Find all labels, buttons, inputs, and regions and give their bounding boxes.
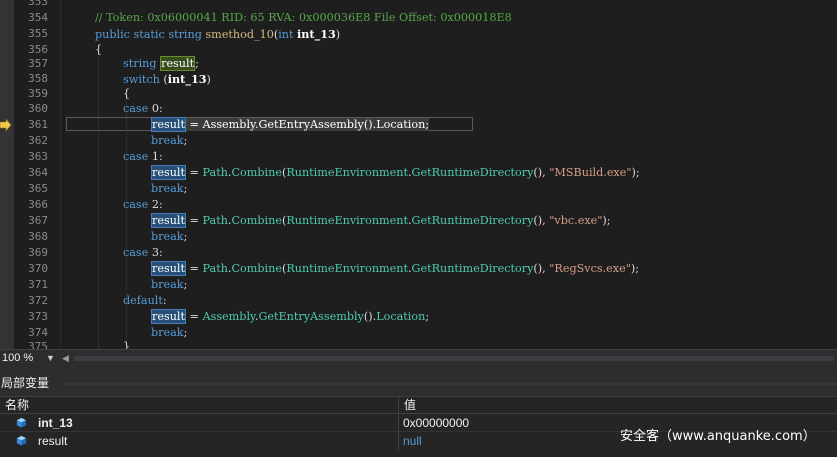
line-number: 371 [28,278,48,291]
method-signature: public static string smethod_10(int int_… [95,27,341,41]
line-number: 375 [28,340,48,349]
code-line-362: 362 break; [0,133,837,149]
line-number: 368 [28,230,48,243]
code-line-369: 369 case 3: [0,245,837,261]
code-editor[interactable]: 353 354 // Token: 0x06000041 RID: 65 RVA… [0,0,837,349]
line-number: 354 [28,11,48,24]
code-line-355: 355 public static string smethod_10(int … [0,26,837,42]
line-number: 364 [28,166,48,179]
code-line-372: 372 default: [0,293,837,309]
zoom-bar: 100 % ▼ ◀ [0,349,837,366]
code-line-365: 365 break; [0,181,837,197]
line-number: 365 [28,182,48,195]
result-reference-highlight[interactable]: result [151,309,186,324]
line-number: 355 [28,27,48,40]
code-line-353: 353 [0,0,837,10]
zoom-level[interactable]: 100 % [2,351,33,365]
result-reference-highlight[interactable]: result [151,261,186,276]
line-number: 357 [28,57,48,70]
line-number: 369 [28,246,48,259]
line-number: 361 [28,118,48,131]
local-variable-cube-icon [16,435,27,446]
zoom-dropdown-icon[interactable]: ▼ [46,351,55,365]
code-line-357: 357 string result; [0,56,837,72]
method-name: smethod_10 [205,28,274,41]
panel-title: 局部变量 [1,376,50,390]
line-number: 358 [28,72,48,85]
line-number: 362 [28,134,48,147]
column-header-row: 名称 值 [0,396,837,414]
code-line-361-current: 361 result = Assembly.GetEntryAssembly()… [0,117,837,133]
code-line-354: 354 // Token: 0x06000041 RID: 65 RVA: 0x… [0,10,837,26]
code-line-359: 359 { [0,86,837,102]
code-line-373: 373 result = Assembly.GetEntryAssembly()… [0,309,837,325]
code-line-363: 363 case 1: [0,149,837,165]
code-line-371: 371 break; [0,277,837,293]
result-reference-highlight[interactable]: result [151,117,186,132]
code-line-367: 367 result = Path.Combine(RuntimeEnviron… [0,213,837,229]
variable-name: result [38,434,68,448]
line-number: 366 [28,198,48,211]
variable-value[interactable]: 0x00000000 [403,415,469,431]
column-divider[interactable] [398,397,399,414]
code-line-370: 370 result = Path.Combine(RuntimeEnviron… [0,261,837,277]
locals-panel: 局部变量 名称 值 int_13 0x00000000 result null … [0,366,837,457]
line-number: 359 [28,87,48,100]
scroll-left-icon[interactable]: ◀ [62,351,69,365]
local-variable-cube-icon [16,417,27,428]
column-header-name[interactable]: 名称 [5,398,29,413]
execution-pointer-arrow-icon [0,118,12,132]
variable-value[interactable]: null [403,433,422,449]
code-line-360: 360 case 0: [0,101,837,117]
line-number: 372 [28,294,48,307]
code-line-368: 368 break; [0,229,837,245]
result-declaration-highlight[interactable]: result [160,56,196,71]
line-number: 373 [28,310,48,323]
titlebar-grip [62,382,837,386]
line-number: 353 [28,0,48,8]
horizontal-scrollbar[interactable] [74,356,834,361]
column-divider [398,432,399,450]
line-number: 360 [28,102,48,115]
watermark: 安全客（www.anquanke.com） [620,429,816,444]
variable-name: int_13 [38,416,73,430]
line-number: 363 [28,150,48,163]
code-line-364: 364 result = Path.Combine(RuntimeEnviron… [0,165,837,181]
param-int-13: int_13 [297,27,336,41]
line-number: 370 [28,262,48,275]
line-number: 367 [28,214,48,227]
result-reference-highlight[interactable]: result [151,165,186,180]
code-line-358: 358 switch (int_13) [0,71,837,87]
column-divider [398,414,399,432]
panel-titlebar[interactable]: 局部变量 [0,366,837,396]
method-comment: // Token: 0x06000041 RID: 65 RVA: 0x0000… [95,11,512,24]
code-line-366: 366 case 2: [0,197,837,213]
code-line-375: 375 } [0,339,837,349]
column-header-value[interactable]: 值 [404,398,416,413]
result-reference-highlight[interactable]: result [151,213,186,228]
